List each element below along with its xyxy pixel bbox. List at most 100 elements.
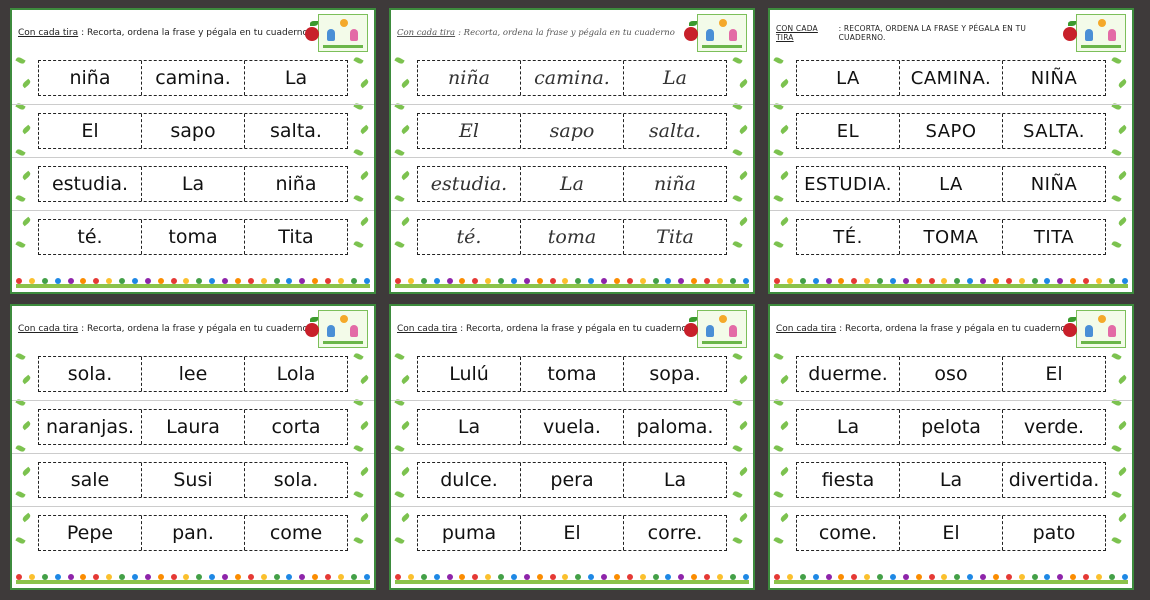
word-tile: CAMINA. — [899, 61, 1002, 95]
word-tile: pelota — [899, 410, 1002, 444]
word-tile: Lulú — [449, 363, 489, 385]
sentence-strip: té. toma Tita — [391, 210, 753, 263]
grass-strip — [395, 580, 749, 584]
instruction-text: : Recorta, ordena la frase y pégala en t… — [81, 28, 308, 38]
word-tiles: duerme. oso El — [796, 356, 1106, 392]
apple-icon — [305, 317, 319, 337]
apple-icon — [684, 21, 698, 41]
logo-part — [1081, 45, 1121, 48]
word-tile: camina. — [141, 61, 244, 95]
word-tiles: sola. lee Lola — [38, 356, 348, 392]
word-tile: niña — [244, 167, 347, 201]
instruction-header: Con cada tira: Recorta, ordena la frase … — [776, 310, 1066, 348]
grass-strip — [16, 580, 370, 584]
sentence-strip: ESTUDIA. LA NIÑA — [770, 157, 1132, 210]
word-tiles: fiesta La divertida. — [796, 462, 1106, 498]
worksheet-card: Con cada tira: Recorta, ordena la frase … — [768, 304, 1134, 590]
word-tile: sapo — [520, 114, 623, 148]
word-tile: toma — [520, 220, 623, 254]
instruction-text: : Recorta, ordena la frase y pégala en t… — [81, 324, 308, 334]
instruction-header: CON CADA TIRA: RECORTA, ORDENA LA FRASE … — [776, 14, 1066, 52]
logo-part — [702, 45, 742, 48]
word-tile: El — [459, 120, 479, 142]
sentence-strip: puma El corre. — [391, 506, 753, 559]
school-logo — [305, 310, 368, 348]
word-tile: La — [623, 463, 726, 497]
sentence-strip: té. toma Tita — [12, 210, 374, 263]
sentence-strip: sale Susi sola. — [12, 453, 374, 506]
word-tile: TITA — [1002, 220, 1105, 254]
flower-border — [16, 564, 370, 584]
word-tile: ESTUDIA. — [804, 173, 892, 195]
word-tiles: té. toma Tita — [38, 219, 348, 255]
logo-part — [1081, 341, 1121, 344]
word-tile: La — [899, 463, 1002, 497]
logo-part — [702, 341, 742, 344]
logo-part — [1098, 315, 1106, 323]
school-logo — [684, 310, 747, 348]
grass-strip — [16, 284, 370, 288]
word-tile: La — [520, 167, 623, 201]
flower-border — [395, 268, 749, 288]
logo-part — [1085, 29, 1093, 41]
word-tile: LA — [899, 167, 1002, 201]
logo-part — [719, 315, 727, 323]
word-tiles: puma El corre. — [417, 515, 727, 551]
word-tile: vuela. — [520, 410, 623, 444]
instruction-label: Con cada tira — [18, 324, 79, 334]
grass-strip — [774, 580, 1128, 584]
word-tile: naranjas. — [45, 416, 135, 438]
logo-part — [719, 19, 727, 27]
sentence-strip: La vuela. paloma. — [391, 400, 753, 453]
word-tile: té. — [77, 226, 103, 248]
word-tile: salta. — [623, 114, 726, 148]
sentence-strip: duerme. oso El — [770, 348, 1132, 400]
word-tile: puma — [441, 522, 497, 544]
word-tiles: estudia. La niña — [38, 166, 348, 202]
word-tiles: naranjas. Laura corta — [38, 409, 348, 445]
school-logo — [305, 14, 368, 52]
word-tile: NIÑA — [1002, 61, 1105, 95]
instruction-header: Con cada tira: Recorta, ordena la frase … — [397, 14, 687, 52]
word-tile: corre. — [623, 516, 726, 550]
word-tile: Pepe — [66, 522, 114, 544]
word-tiles: La pelota verde. — [796, 409, 1106, 445]
strip-list: niña camina. La El sapo salta. estudia. La niña t… — [12, 52, 374, 263]
logo-part — [706, 325, 714, 337]
word-tile: LA — [836, 67, 860, 89]
logo-part — [323, 45, 363, 48]
sentence-strip: estudia. La niña — [12, 157, 374, 210]
word-tile: El — [1002, 357, 1105, 391]
word-tile: La — [141, 167, 244, 201]
word-tile: El — [520, 516, 623, 550]
logo-part — [1108, 325, 1116, 337]
word-tile: La — [244, 61, 347, 95]
word-tile: SAPO — [899, 114, 1002, 148]
strip-list: Lulú toma sopa. La vuela. paloma. dulce. pera La… — [391, 348, 753, 559]
word-tiles: estudia. La niña — [417, 166, 727, 202]
instruction-text: : RECORTA, ORDENA LA FRASE Y PÉGALA EN T… — [838, 24, 1027, 42]
word-tile: niña — [623, 167, 726, 201]
logo-part — [323, 341, 363, 344]
sentence-strip: Lulú toma sopa. — [391, 348, 753, 400]
word-tile: Tita — [623, 220, 726, 254]
sentence-strip: dulce. pera La — [391, 453, 753, 506]
sentence-strip: fiesta La divertida. — [770, 453, 1132, 506]
instruction-label: Con cada tira — [776, 324, 837, 334]
word-tile: estudia. — [51, 173, 129, 195]
worksheet-card: Con cada tira: Recorta, ordena la frase … — [10, 304, 376, 590]
logo-part — [327, 29, 335, 41]
logo-part — [350, 29, 358, 41]
word-tile: sale — [70, 469, 110, 491]
logo-part — [340, 315, 348, 323]
sentence-strip: El sapo salta. — [12, 104, 374, 157]
worksheet-card: Con cada tira: Recorta, ordena la frase … — [10, 8, 376, 294]
word-tile: Susi — [141, 463, 244, 497]
word-tile: té. — [456, 226, 482, 248]
flower-border — [774, 268, 1128, 288]
strip-list: duerme. oso El La pelota verde. fiesta La divert… — [770, 348, 1132, 559]
word-tile: pera — [520, 463, 623, 497]
word-tile: La — [836, 416, 860, 438]
word-tiles: Lulú toma sopa. — [417, 356, 727, 392]
school-logo — [1063, 310, 1126, 348]
